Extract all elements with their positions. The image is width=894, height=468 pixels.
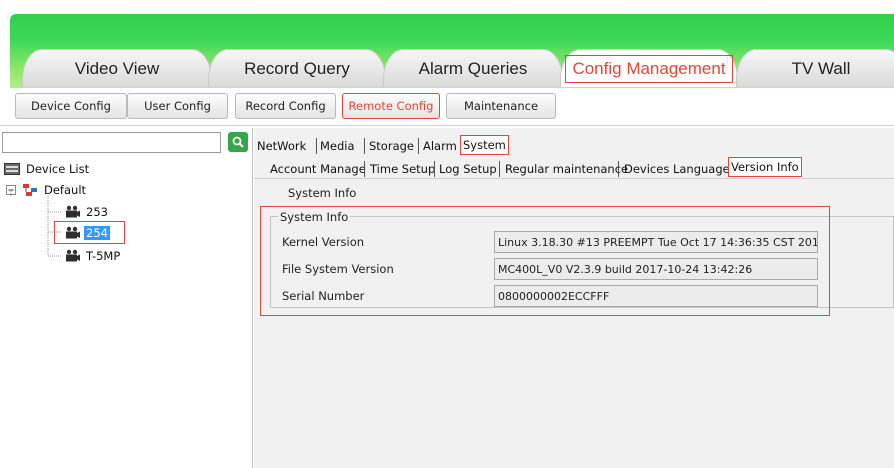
camera-icon — [66, 205, 80, 218]
tab-label: TV Wall — [791, 58, 851, 78]
selection-highlight — [54, 221, 125, 244]
tab-label: Alarm Queries — [418, 58, 528, 78]
tab-label: Config Management — [565, 54, 733, 83]
tree-device-label: T-5MP — [86, 249, 121, 263]
tab-separator — [418, 138, 419, 154]
tab-separator — [364, 161, 365, 177]
tab-config-management[interactable]: Config Management — [560, 49, 738, 87]
tree-device-label: 253 — [86, 205, 108, 219]
tab-separator — [364, 138, 365, 154]
tab-regular-maintenance[interactable]: Regular maintenance — [503, 159, 630, 179]
subtab-remote-config[interactable]: Remote Config — [342, 93, 440, 119]
tree-device-253[interactable]: 253 — [64, 203, 110, 221]
tab-storage[interactable]: Storage — [367, 136, 416, 156]
tab-media[interactable]: Media — [318, 136, 357, 156]
tab-account-manage[interactable]: Account Manage — [268, 159, 368, 179]
tab-network[interactable]: NetWork — [255, 136, 308, 156]
tree-device-t5mp[interactable]: T-5MP — [64, 247, 122, 265]
tab-system[interactable]: System — [460, 135, 509, 155]
tab-separator — [499, 161, 500, 177]
tab-log-setup[interactable]: Log Setup — [437, 159, 499, 179]
tab-alarm-queries[interactable]: Alarm Queries — [383, 49, 563, 87]
camera-icon — [66, 249, 80, 262]
system-info-caption: System Info — [288, 186, 357, 200]
annotation-highlight — [260, 206, 830, 316]
tab-divider — [254, 178, 894, 179]
tab-separator — [434, 161, 435, 177]
tab-separator — [316, 138, 317, 154]
tab-time-setup[interactable]: Time Setup — [368, 159, 437, 179]
tab-separator — [618, 161, 619, 177]
tab-label: Record Query — [244, 58, 350, 78]
subtab-maintenance[interactable]: Maintenance — [446, 93, 556, 119]
tab-alarm[interactable]: Alarm — [421, 136, 459, 156]
tab-devices-language[interactable]: Devices Language — [622, 159, 732, 179]
tab-version-info[interactable]: Version Info — [728, 157, 802, 177]
tab-tv-wall[interactable]: TV Wall — [736, 49, 894, 87]
tree-connectors — [10, 191, 62, 257]
